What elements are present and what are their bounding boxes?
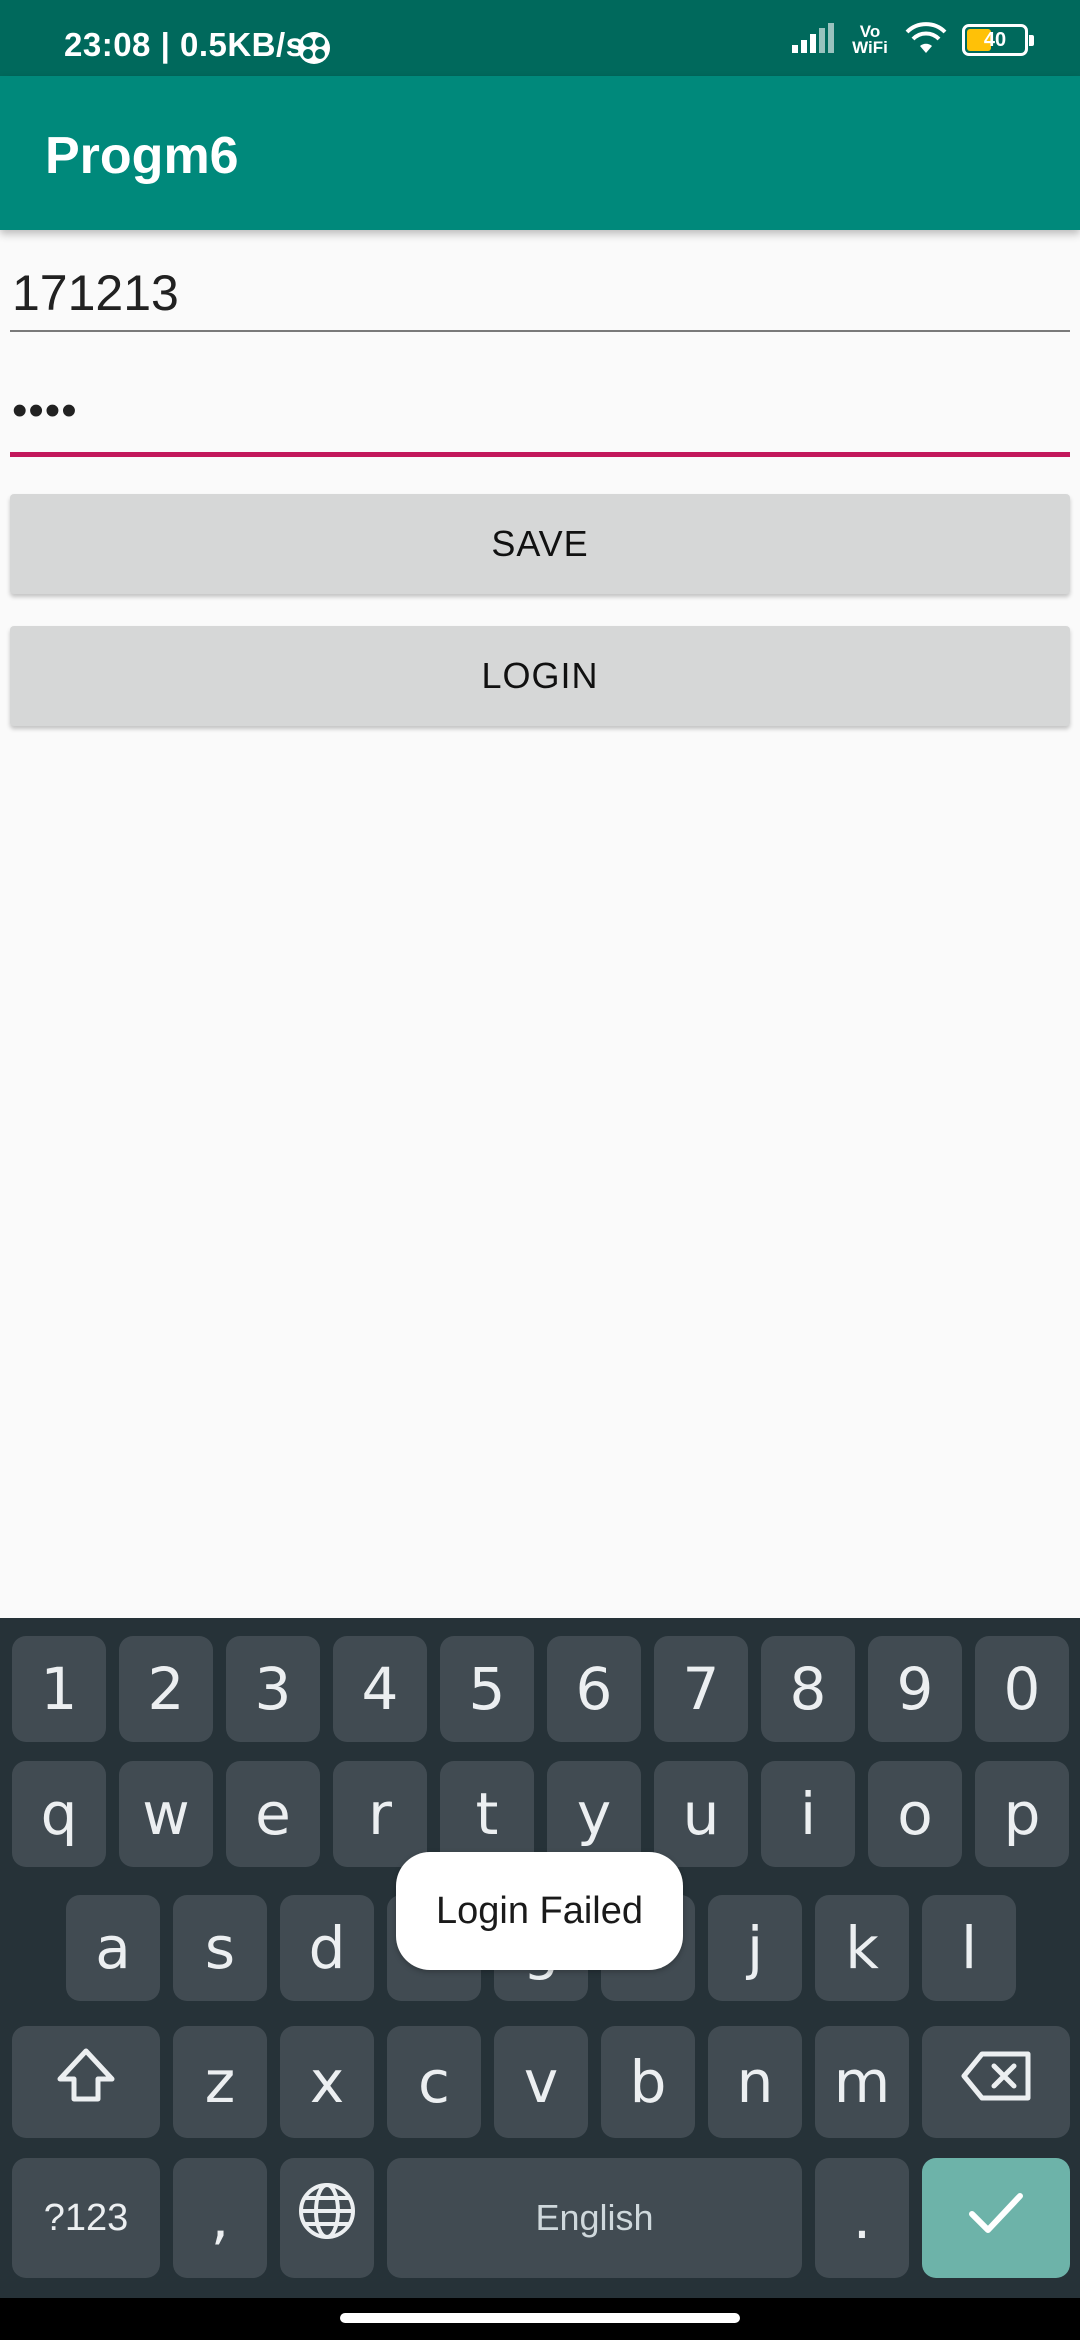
language-key[interactable]: [280, 2158, 374, 2278]
period-key[interactable]: .: [815, 2158, 909, 2278]
globe-icon: [296, 2180, 358, 2256]
key-d[interactable]: d: [280, 1895, 374, 2001]
username-field[interactable]: 171213: [10, 250, 1070, 332]
shift-key[interactable]: [12, 2026, 160, 2138]
password-field[interactable]: ••••: [10, 380, 1070, 457]
shift-icon: [54, 2045, 118, 2119]
checkmark-icon: [966, 2184, 1026, 2252]
comma-key[interactable]: ,: [173, 2158, 267, 2278]
key-j[interactable]: j: [708, 1895, 802, 2001]
save-button[interactable]: SAVE: [10, 494, 1070, 594]
backspace-icon: [960, 2048, 1032, 2116]
key-0[interactable]: 0: [975, 1636, 1069, 1742]
key-o[interactable]: o: [868, 1761, 962, 1867]
app-bar: Progm6: [0, 76, 1080, 230]
wifi-icon: [904, 21, 948, 60]
symbols-key[interactable]: ?123: [12, 2158, 160, 2278]
password-value: ••••: [12, 386, 78, 435]
battery-tip: [1029, 35, 1034, 46]
signal-icon: [792, 22, 836, 58]
key-l[interactable]: l: [922, 1895, 1016, 2001]
status-time: 23:08 | 0.5KB/s: [64, 26, 305, 63]
key-q[interactable]: q: [12, 1761, 106, 1867]
key-n[interactable]: n: [708, 2026, 802, 2138]
key-3[interactable]: 3: [226, 1636, 320, 1742]
enter-key[interactable]: [922, 2158, 1070, 2278]
key-z[interactable]: z: [173, 2026, 267, 2138]
battery-level: 40: [983, 29, 1007, 51]
key-9[interactable]: 9: [868, 1636, 962, 1742]
battery-icon: 40: [962, 24, 1034, 56]
key-x[interactable]: x: [280, 2026, 374, 2138]
key-2[interactable]: 2: [119, 1636, 213, 1742]
key-w[interactable]: w: [119, 1761, 213, 1867]
navigation-bar: [0, 2298, 1080, 2340]
key-m[interactable]: m: [815, 2026, 909, 2138]
key-v[interactable]: v: [494, 2026, 588, 2138]
app-notification-icon: [296, 30, 332, 66]
key-r[interactable]: r: [333, 1761, 427, 1867]
app-title: Progm6: [45, 127, 239, 185]
space-key[interactable]: English: [387, 2158, 802, 2278]
key-p[interactable]: p: [975, 1761, 1069, 1867]
username-value: 171213: [12, 265, 179, 321]
key-4[interactable]: 4: [333, 1636, 427, 1742]
key-7[interactable]: 7: [654, 1636, 748, 1742]
key-k[interactable]: k: [815, 1895, 909, 2001]
key-c[interactable]: c: [387, 2026, 481, 2138]
toast-message: Login Failed: [396, 1852, 683, 1970]
home-indicator[interactable]: [340, 2313, 740, 2323]
status-bar: 23:08 | 0.5KB/s Vo WiFi 40: [0, 0, 1080, 76]
login-button[interactable]: LOGIN: [10, 626, 1070, 726]
key-1[interactable]: 1: [12, 1636, 106, 1742]
key-e[interactable]: e: [226, 1761, 320, 1867]
key-a[interactable]: a: [66, 1895, 160, 2001]
key-u[interactable]: u: [654, 1761, 748, 1867]
key-b[interactable]: b: [601, 2026, 695, 2138]
backspace-key[interactable]: [922, 2026, 1070, 2138]
key-6[interactable]: 6: [547, 1636, 641, 1742]
key-8[interactable]: 8: [761, 1636, 855, 1742]
key-i[interactable]: i: [761, 1761, 855, 1867]
key-s[interactable]: s: [173, 1895, 267, 2001]
volte-label: Vo WiFi: [852, 22, 888, 57]
key-5[interactable]: 5: [440, 1636, 534, 1742]
